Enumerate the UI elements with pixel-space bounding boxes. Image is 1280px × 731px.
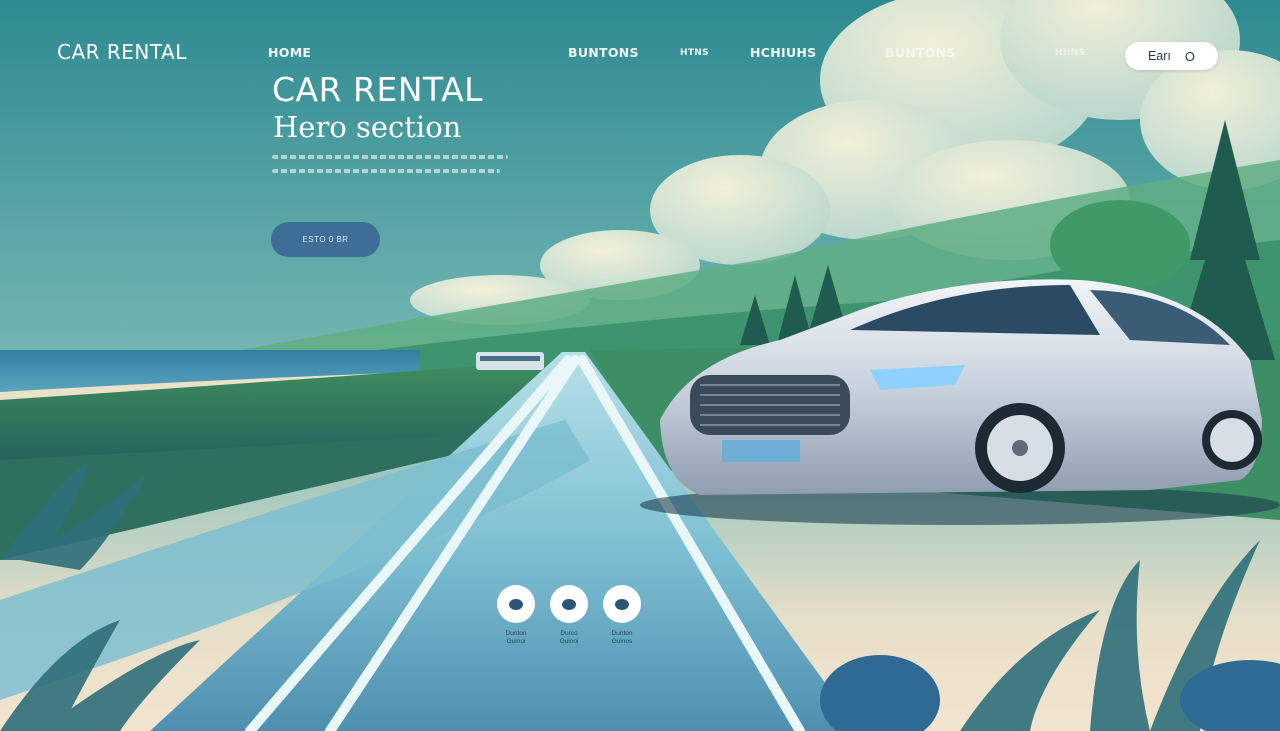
nav-cta-label: Earı	[1147, 49, 1171, 63]
hero-placeholder-line	[272, 155, 508, 159]
nav-link-buttons-secondary[interactable]: BUNTONS	[885, 45, 956, 60]
nav-link-hhns[interactable]: HHNS	[1055, 48, 1085, 58]
circle-icon	[615, 598, 629, 610]
circle-icon	[562, 598, 576, 610]
nav-link-hchiuhs[interactable]: HCHIUHS	[750, 45, 816, 60]
hero-placeholder-line	[272, 169, 500, 173]
hero-subtitle: Hero section	[273, 110, 462, 144]
hero-cta-button[interactable]: ESTO 0 BR	[271, 222, 380, 257]
feature-label: Dunton Guinoi	[505, 630, 527, 645]
nav-link-htns[interactable]: HTNS	[680, 48, 709, 58]
hero-title: CAR RENTAL	[272, 70, 484, 109]
hero-background-scene	[0, 0, 1280, 731]
feature-button-3[interactable]	[603, 585, 641, 623]
circle-icon	[509, 598, 523, 610]
feature-button-2[interactable]	[550, 585, 588, 623]
nav-cta-button[interactable]: Earı O	[1125, 42, 1218, 70]
circle-icon: O	[1184, 48, 1196, 64]
nav-link-home[interactable]: HOME	[268, 45, 311, 60]
nav-link-buttons[interactable]: BUNTONS	[568, 45, 639, 60]
feature-label: Durco Guinoi	[559, 630, 579, 645]
feature-button-1[interactable]	[497, 585, 535, 623]
site-logo[interactable]: CAR RENTAL	[57, 40, 187, 64]
feature-label: Dunton Guinos	[611, 630, 633, 645]
